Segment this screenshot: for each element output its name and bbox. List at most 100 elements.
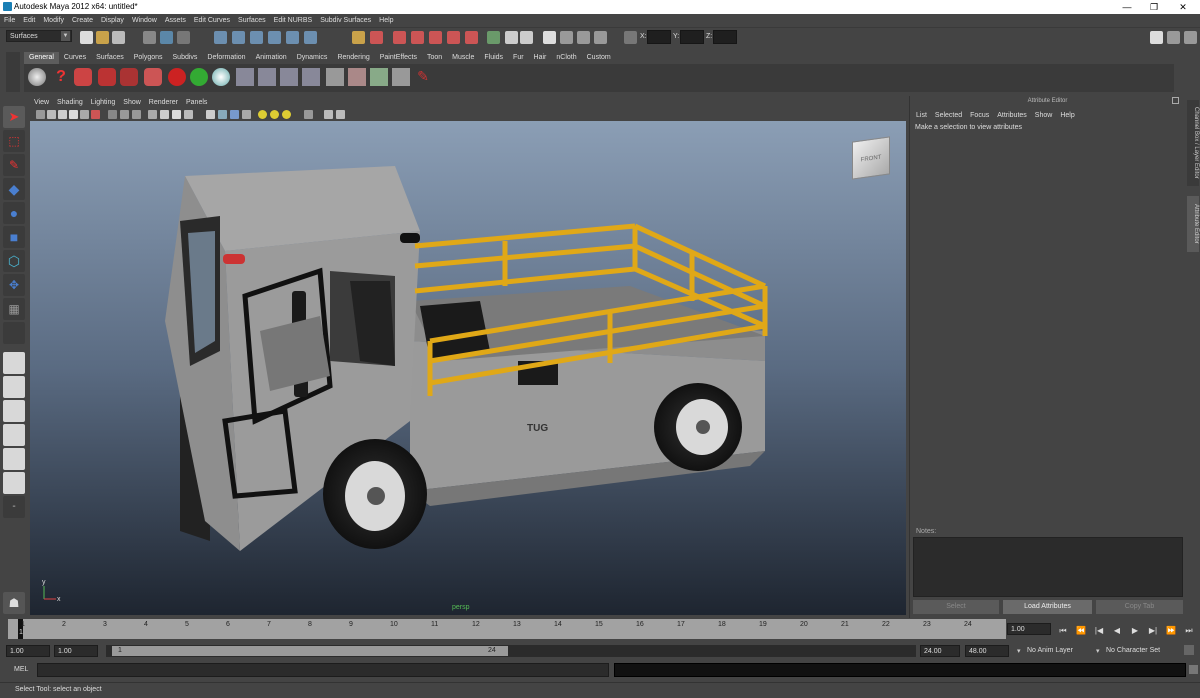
textured-icon[interactable]	[206, 110, 215, 119]
copy-tab-button[interactable]: Copy Tab	[1096, 600, 1183, 614]
show-manipulator-icon[interactable]: ▦	[3, 298, 25, 320]
rotate-tool-icon[interactable]: ●	[3, 202, 25, 224]
last-used-tool-icon[interactable]	[3, 322, 25, 344]
snap-grid-icon[interactable]	[214, 31, 227, 44]
hypershade-icon[interactable]	[487, 31, 500, 44]
anim-end-field[interactable]: 24.00	[920, 645, 960, 657]
merge-icon[interactable]	[302, 68, 320, 86]
play-backward-button[interactable]: ◀	[1110, 625, 1124, 637]
snap-live-icon[interactable]	[286, 31, 299, 44]
tab-fluids[interactable]: Fluids	[479, 52, 509, 64]
resolution-gate-icon[interactable]	[132, 110, 141, 119]
tab-painteffects[interactable]: PaintEffects	[374, 52, 422, 64]
xray-joints-icon[interactable]	[324, 110, 333, 119]
tab-custom[interactable]: Custom	[581, 52, 616, 64]
command-language-label[interactable]: MEL	[14, 666, 28, 673]
ik-handle-icon[interactable]	[168, 68, 186, 86]
snap-surface-icon[interactable]	[304, 31, 317, 44]
cluster-icon[interactable]	[120, 68, 138, 86]
menu-subdiv-surfaces[interactable]: Subdiv Surfaces	[316, 14, 375, 28]
graph-editor-icon[interactable]	[520, 31, 533, 44]
poly-sphere-icon[interactable]	[28, 68, 46, 86]
menu-window[interactable]: Window	[128, 14, 161, 28]
render-settings-icon[interactable]	[465, 31, 478, 44]
tool-settings-icon[interactable]	[560, 31, 573, 44]
show-tool-settings-icon[interactable]	[1167, 31, 1180, 44]
open-scene-icon[interactable]	[96, 31, 109, 44]
menu-assets[interactable]: Assets	[161, 14, 190, 28]
snap-view-plane-icon[interactable]	[268, 31, 281, 44]
tab-animation[interactable]: Animation	[250, 52, 292, 64]
xray-active-components-icon[interactable]	[336, 110, 345, 119]
menu-create[interactable]: Create	[68, 14, 97, 28]
persp-graph-layout-icon[interactable]	[3, 424, 25, 446]
snap-curve-icon[interactable]	[232, 31, 245, 44]
minimize-button[interactable]: —	[1114, 0, 1140, 14]
script-editor-icon[interactable]	[74, 68, 92, 86]
render-current-frame-icon[interactable]	[429, 31, 442, 44]
select-object-icon[interactable]	[160, 31, 173, 44]
start-time-field[interactable]: 1.00	[6, 645, 50, 657]
outliner-icon[interactable]	[505, 31, 518, 44]
bookmark-icon[interactable]	[58, 110, 67, 119]
show-attribute-editor-icon[interactable]	[1150, 31, 1163, 44]
lasso-tool-icon[interactable]: ⬚	[3, 130, 25, 152]
output-ops-icon[interactable]	[370, 31, 383, 44]
ae-menu-help[interactable]: Help	[1056, 112, 1078, 119]
scale-tool-icon[interactable]: ■	[3, 226, 25, 248]
range-slider-handle[interactable]: 1 24	[112, 646, 508, 656]
grease-pencil-icon[interactable]	[91, 110, 100, 119]
menu-edit-curves[interactable]: Edit Curves	[190, 14, 234, 28]
extrude-icon[interactable]	[280, 68, 298, 86]
tab-hair[interactable]: Hair	[528, 52, 552, 64]
menu-set-dropdown[interactable]: Surfaces ▼	[6, 30, 72, 42]
persp-hypershade-layout-icon[interactable]	[3, 448, 25, 470]
menu-surfaces[interactable]: Surfaces	[234, 14, 270, 28]
isolate-select-icon[interactable]	[304, 110, 313, 119]
group-icon[interactable]	[370, 68, 388, 86]
auto-key-icon[interactable]	[1184, 645, 1194, 655]
paint-select-tool-icon[interactable]: ✎	[3, 154, 25, 176]
character-set-dropdown[interactable]: No Character Set	[1106, 647, 1160, 654]
close-button[interactable]: ✕	[1170, 0, 1196, 14]
notes-textarea[interactable]	[913, 537, 1183, 597]
tab-ncloth[interactable]: nCloth	[551, 52, 582, 64]
perspective-viewport[interactable]: TUG y x persp FRONT	[30, 121, 906, 615]
truck-model[interactable]: TUG y x persp	[30, 121, 906, 615]
menu-modify[interactable]: Modify	[39, 14, 68, 28]
anim-layer-dropdown[interactable]: No Anim Layer	[1027, 647, 1073, 654]
tab-deformation[interactable]: Deformation	[202, 52, 251, 64]
tab-fur[interactable]: Fur	[508, 52, 529, 64]
new-scene-icon[interactable]	[80, 31, 93, 44]
construction-history-icon[interactable]	[393, 31, 406, 44]
menu-display[interactable]: Display	[97, 14, 128, 28]
camera-attributes-icon[interactable]	[47, 110, 56, 119]
select-button[interactable]: Select	[913, 600, 999, 614]
paint-weights-icon[interactable]	[326, 68, 344, 86]
xray-icon[interactable]	[184, 110, 193, 119]
channel-box-toggle-icon[interactable]	[543, 31, 556, 44]
tab-attribute-editor[interactable]: Attribute Editor	[1187, 196, 1199, 252]
depth-of-field-icon[interactable]	[282, 110, 291, 119]
tab-curves[interactable]: Curves	[58, 52, 92, 64]
current-frame-field[interactable]: 1.00	[1007, 623, 1051, 635]
deformer-icon[interactable]	[98, 68, 116, 86]
tab-polygons[interactable]: Polygons	[128, 52, 168, 64]
y-coordinate-field[interactable]	[680, 30, 704, 44]
quick-layout-icon[interactable]: ☗	[3, 592, 25, 614]
ae-menu-attributes[interactable]: Attributes	[993, 112, 1031, 119]
anim-start-field[interactable]: 1.00	[54, 645, 98, 657]
separate-icon[interactable]	[258, 68, 276, 86]
tab-surfaces[interactable]: Surfaces	[91, 52, 129, 64]
ae-menu-focus[interactable]: Focus	[966, 112, 993, 119]
end-time-field[interactable]: 48.00	[965, 645, 1009, 657]
duplicate-icon[interactable]	[348, 68, 366, 86]
show-channel-box-icon[interactable]	[1184, 31, 1197, 44]
step-back-key-button[interactable]: ⏪	[1074, 625, 1088, 637]
character-set-dropdown-arrow[interactable]: ▾	[1096, 647, 1100, 655]
film-gate-icon[interactable]	[120, 110, 129, 119]
go-to-end-button[interactable]: ⏭	[1182, 625, 1196, 637]
universal-manipulator-icon[interactable]: ⬡	[3, 250, 25, 272]
ae-menu-show[interactable]: Show	[1031, 112, 1057, 119]
grid-toggle-icon[interactable]	[108, 110, 117, 119]
